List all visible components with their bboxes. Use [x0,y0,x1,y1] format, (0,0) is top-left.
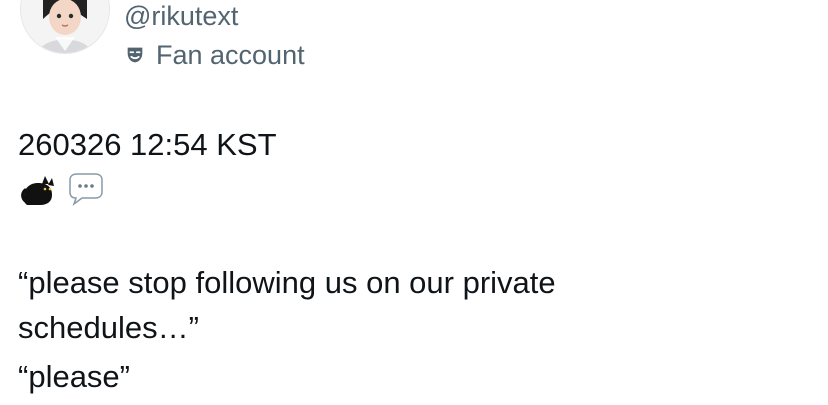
account-handle[interactable]: @rikutext [124,0,238,32]
affiliation-label: Fan account [156,40,305,70]
tweet-post: @rikutext Fan account 260326 12:54 KST “… [0,0,828,405]
avatar-image [21,0,109,53]
post-quote-line-1: “please stop following us on our private [18,265,556,300]
affiliation-badge[interactable]: Fan account [124,39,305,71]
avatar[interactable] [20,0,110,54]
mask-icon [124,44,146,66]
post-quote-line-2: schedules…” [18,310,199,345]
post-timestamp-line: 260326 12:54 KST [18,127,277,162]
post-quote-line-3: “please” [18,359,130,394]
speech-bubble-icon [64,170,106,210]
black-cat-icon [18,170,60,210]
emoji-row [18,170,106,210]
